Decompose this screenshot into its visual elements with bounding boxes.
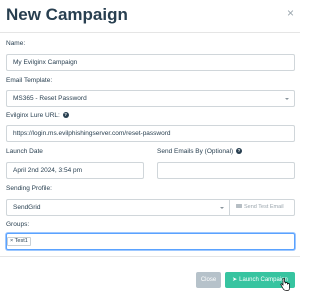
launch-date-label: Launch Date (6, 148, 43, 155)
send-test-email-button[interactable]: Send Test Email (230, 199, 295, 216)
lure-url-value: https://login.ms.evilphishingserver.com/… (13, 130, 171, 137)
send-by-field[interactable] (157, 162, 295, 179)
close-button[interactable]: Close (196, 272, 221, 288)
lure-url-field[interactable]: https://login.ms.evilphishingserver.com/… (6, 125, 295, 142)
envelope-icon (236, 204, 242, 209)
chevron-down-icon (285, 98, 289, 100)
question-circle-icon: ? (62, 112, 69, 119)
lure-url-label: Evilginx Lure URL: ? (6, 112, 69, 120)
email-template-label: Email Template: (6, 77, 53, 84)
name-field[interactable]: My Evilginx Campaign (6, 54, 295, 71)
lure-url-label-text: Evilginx Lure URL: (6, 112, 60, 119)
modal-header: New Campaign × (0, 0, 300, 33)
groups-label: Groups: (6, 221, 30, 228)
group-tag[interactable]: × Test1 (7, 237, 31, 246)
rocket-icon: ➤ (232, 277, 238, 283)
sending-profile-select[interactable]: SendGrid (6, 199, 230, 216)
footer-divider (0, 256, 300, 257)
email-template-value: MS365 - Reset Password (13, 95, 87, 102)
launch-date-field[interactable]: April 2nd 2024, 3:54 pm (6, 162, 144, 179)
group-tag-remove-icon[interactable]: × (10, 238, 13, 244)
group-tag-label: Test1 (14, 238, 28, 244)
hand-cursor-icon (280, 278, 290, 291)
chevron-down-icon (220, 207, 224, 209)
close-icon[interactable]: × (287, 7, 294, 19)
name-value: My Evilginx Campaign (13, 59, 78, 66)
send-by-label-text: Send Emails By (Optional) (157, 148, 234, 155)
new-campaign-modal: New Campaign × Name: My Evilginx Campaig… (0, 0, 300, 294)
send-by-label: Send Emails By (Optional) ? (157, 148, 243, 156)
send-test-label: Send Test Email (244, 204, 284, 210)
groups-input[interactable] (6, 233, 295, 250)
sending-profile-label: Sending Profile: (6, 185, 52, 192)
launch-date-value: April 2nd 2024, 3:54 pm (13, 167, 83, 174)
modal-title: New Campaign (6, 5, 128, 24)
name-label: Name: (6, 40, 26, 47)
sending-profile-value: SendGrid (13, 204, 41, 211)
email-template-select[interactable]: MS365 - Reset Password (6, 90, 295, 107)
question-circle-icon: ? (236, 148, 243, 155)
